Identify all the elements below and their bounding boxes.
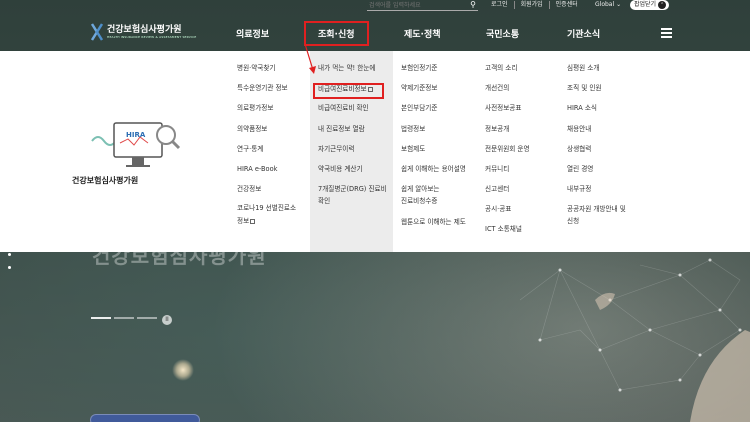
search-input[interactable]: [367, 0, 462, 10]
menu-item[interactable]: 진료비청수증: [401, 197, 437, 206]
nav-news[interactable]: 기관소식: [567, 27, 600, 40]
menu-item[interactable]: 쉽게 알아보는: [401, 185, 440, 194]
popup-close-label: 팝업닫기: [634, 1, 657, 8]
signup-link[interactable]: 회원가입: [513, 1, 549, 9]
menu-item[interactable]: 법령정보: [401, 125, 425, 134]
logo-name: 건강보험심사평가원: [107, 25, 182, 35]
menu-item[interactable]: 보험제도: [401, 145, 425, 154]
global-select[interactable]: Global ⌄: [595, 1, 621, 8]
login-link[interactable]: 로그인: [485, 1, 514, 9]
menu-item[interactable]: 웹툰으로 이해하는 제도: [401, 218, 466, 227]
menu-item[interactable]: 정보공개: [485, 125, 509, 134]
chevron-down-icon: ⌄: [616, 1, 622, 8]
utility-bar: ⚲ 로그인 회원가입 인증센터 Global ⌄ 팝업닫기 ⌃: [0, 0, 750, 13]
logo-mark-icon: [90, 23, 104, 41]
menu-item[interactable]: 열린 경영: [567, 165, 593, 174]
global-label: Global: [595, 1, 615, 8]
menu-item[interactable]: 본인부담기준: [401, 104, 437, 113]
menu-item[interactable]: HIRA e-Book: [237, 165, 277, 174]
menu-item[interactable]: HIRA 소식: [567, 104, 597, 113]
menu-item[interactable]: 보험인정기준: [401, 64, 437, 73]
popup-close-button[interactable]: 팝업닫기 ⌃: [630, 0, 670, 10]
menu-item[interactable]: 개선건의: [485, 84, 509, 93]
menu-item[interactable]: 확인: [318, 197, 330, 206]
slider-pause-button[interactable]: II: [162, 315, 172, 325]
logo-sub: HEALTH INSURANCE REVIEW & ASSESSMENT SER…: [107, 35, 197, 39]
hira-label: HIRA: [126, 131, 146, 139]
menu-item[interactable]: 쉽게 이해하는 용어설명: [401, 165, 466, 174]
menu-item[interactable]: 특수운영기관 정보: [237, 84, 288, 93]
menu-item[interactable]: 연구·통계: [237, 145, 263, 154]
menu-item[interactable]: 조직 및 인원: [567, 84, 602, 93]
menu-item[interactable]: 고객의 소리: [485, 64, 517, 73]
new-window-icon: [250, 218, 256, 224]
mega-menu: HIRA 건강보험심사평가원 병원·약국찾기 특수운영기관 정보 의료평가정보 …: [0, 43, 750, 252]
menu-item[interactable]: 자기근무이력: [318, 145, 354, 154]
util-links: 로그인 회원가입 인증센터: [485, 1, 584, 9]
menu-item-label: 정보: [237, 217, 250, 225]
menu-item[interactable]: 내가 먹는 약! 한눈에: [318, 64, 375, 73]
menu-item[interactable]: 전문위원회 운영: [485, 145, 530, 154]
menu-item[interactable]: 상생협력: [567, 145, 591, 154]
highlight-box: [313, 83, 384, 99]
menu-item[interactable]: 신고센터: [485, 185, 509, 194]
menu-item[interactable]: 신청: [567, 217, 579, 226]
menu-item[interactable]: 병원·약국찾기: [237, 64, 276, 73]
arrow-icon: [304, 43, 316, 74]
nav-policy[interactable]: 제도·정책: [404, 27, 441, 40]
nav-communication[interactable]: 국민소통: [486, 27, 519, 40]
menu-item[interactable]: 코로나19 선별진료소: [237, 204, 296, 213]
search-box: ⚲: [367, 0, 478, 11]
slider-indicator[interactable]: [91, 317, 157, 319]
menu-item[interactable]: 사전정보공표: [485, 104, 521, 113]
chevron-up-icon: ⌃: [658, 1, 667, 9]
hero-button[interactable]: [90, 414, 200, 422]
menu-item[interactable]: 커뮤니티: [485, 165, 509, 174]
light-orb: [172, 359, 194, 381]
logo[interactable]: 건강보험심사평가원 HEALTH INSURANCE REVIEW & ASSE…: [90, 22, 197, 42]
menu-item[interactable]: 의약품정보: [237, 125, 267, 134]
menu-item[interactable]: 공시·공표: [485, 205, 511, 214]
menu-item[interactable]: 약제기준정보: [401, 84, 437, 93]
side-dots: [8, 253, 11, 279]
menu-item[interactable]: 심평원 소개: [567, 64, 599, 73]
menu-item[interactable]: 건강정보: [237, 185, 261, 194]
menu-icon[interactable]: [661, 28, 672, 40]
menu-item[interactable]: 7개질병군(DRG) 진료비: [318, 185, 387, 194]
menu-item[interactable]: 내부규정: [567, 185, 591, 194]
menu-item[interactable]: 약국비용 계산기: [318, 165, 363, 174]
cert-center-link[interactable]: 인증센터: [548, 1, 584, 9]
search-icon[interactable]: ⚲: [470, 1, 476, 9]
menu-item[interactable]: ICT 소통채널: [485, 225, 522, 234]
menu-item[interactable]: 채용안내: [567, 125, 591, 134]
org-name: 건강보험심사평가원: [72, 176, 139, 185]
menu-item[interactable]: 비급여진료비 확인: [318, 104, 369, 113]
menu-item[interactable]: 공공자원 개방안내 및: [567, 205, 626, 214]
header: 건강보험심사평가원 HEALTH INSURANCE REVIEW & ASSE…: [0, 13, 750, 51]
hira-monitor-illustration: HIRA: [91, 122, 181, 167]
nav-medical-info[interactable]: 의료정보: [236, 27, 269, 40]
menu-item[interactable]: 내 진료정보 열람: [318, 125, 365, 134]
menu-item[interactable]: 정보: [237, 217, 256, 226]
mega-menu-brand: HIRA 건강보험심사평가원: [0, 51, 228, 252]
menu-item[interactable]: 의료평가정보: [237, 104, 273, 113]
